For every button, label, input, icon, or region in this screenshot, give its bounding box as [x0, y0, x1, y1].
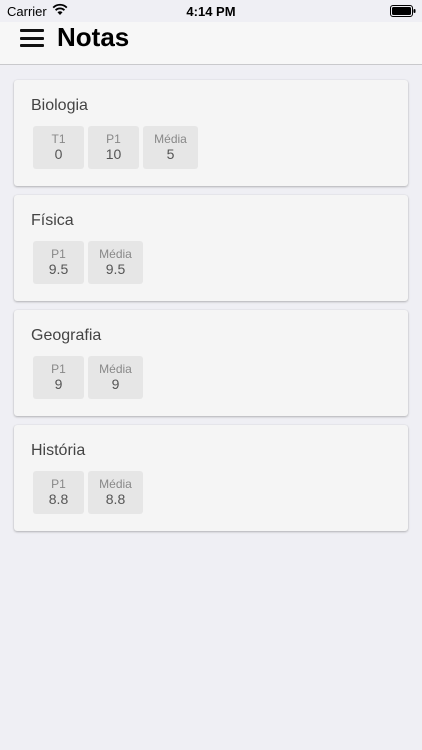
subject-card-fisica[interactable]: Física P1 9.5 Média 9.5 — [14, 195, 408, 301]
grade-label: Média — [99, 477, 132, 491]
page-title: Notas — [57, 22, 130, 52]
grade-value: 8.8 — [105, 491, 126, 507]
subject-name: Biologia — [31, 97, 88, 114]
grade-value: 9.5 — [48, 261, 69, 277]
grade-label: P1 — [51, 362, 66, 376]
grade-chip: P1 9.5 — [33, 241, 84, 284]
grade-value: 0 — [54, 146, 63, 162]
grade-label: P1 — [51, 477, 66, 491]
subject-card-historia[interactable]: História P1 8.8 Média 8.8 — [14, 425, 408, 531]
status-time: 4:14 PM — [186, 4, 236, 19]
subjects-list: Biologia T1 0 P1 10 Média 5 Física P1 9.… — [14, 80, 408, 540]
grade-chip: P1 8.8 — [33, 471, 84, 514]
grade-label: Média — [154, 132, 187, 146]
grade-chip: T1 0 — [33, 126, 84, 169]
grade-value: 10 — [105, 146, 122, 162]
grade-list: P1 8.8 Média 8.8 — [33, 471, 147, 514]
grade-label: Média — [99, 247, 132, 261]
subject-name: História — [31, 442, 86, 459]
subject-card-geografia[interactable]: Geografia P1 9 Média 9 — [14, 310, 408, 416]
navigation-bar: Notas — [0, 22, 422, 65]
grade-chip: Média 8.8 — [88, 471, 143, 514]
grade-chip: Média 9 — [88, 356, 143, 399]
status-bar: Carrier 4:14 PM — [0, 0, 422, 22]
battery-icon — [390, 5, 416, 17]
subject-name: Geografia — [31, 327, 102, 344]
grade-chip: Média 9.5 — [88, 241, 143, 284]
grade-label: Média — [99, 362, 132, 376]
grade-label: P1 — [106, 132, 121, 146]
grade-list: P1 9.5 Média 9.5 — [33, 241, 147, 284]
grade-value: 9.5 — [105, 261, 126, 277]
grade-chip: P1 10 — [88, 126, 139, 169]
grade-value: 9 — [111, 376, 120, 392]
grade-list: T1 0 P1 10 Média 5 — [33, 126, 202, 169]
hamburger-menu-icon[interactable] — [20, 29, 44, 47]
grade-chip: Média 5 — [143, 126, 198, 169]
subject-card-biologia[interactable]: Biologia T1 0 P1 10 Média 5 — [14, 80, 408, 186]
grade-list: P1 9 Média 9 — [33, 356, 147, 399]
grade-value: 9 — [54, 376, 63, 392]
subject-name: Física — [31, 212, 74, 229]
grade-label: T1 — [51, 132, 66, 146]
grade-label: P1 — [51, 247, 66, 261]
grade-chip: P1 9 — [33, 356, 84, 399]
grade-value: 8.8 — [48, 491, 69, 507]
grade-value: 5 — [166, 146, 175, 162]
